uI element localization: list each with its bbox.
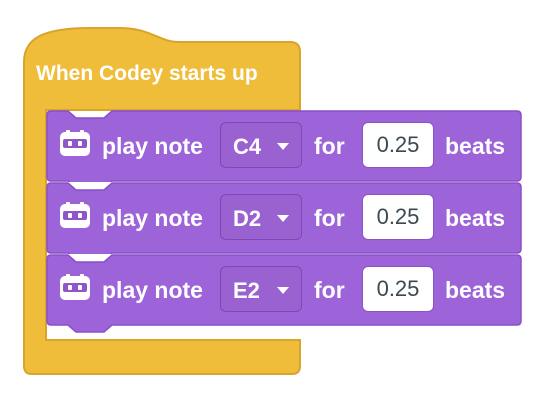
caret-down-icon bbox=[277, 143, 289, 150]
beats-label: beats bbox=[445, 133, 506, 159]
play-note-label: play note bbox=[102, 277, 203, 303]
codey-robot-icon bbox=[60, 202, 90, 228]
caret-down-icon bbox=[277, 287, 289, 294]
play-note-block[interactable]: play note C4 for 0.25 beats bbox=[46, 110, 522, 182]
beats-label: beats bbox=[445, 277, 506, 303]
caret-down-icon bbox=[277, 215, 289, 222]
note-dropdown[interactable]: C4 bbox=[220, 122, 302, 168]
note-value: E2 bbox=[233, 278, 260, 303]
beats-input[interactable]: 0.25 bbox=[362, 194, 434, 240]
hat-block-label: When Codey starts up bbox=[36, 62, 258, 85]
code-canvas: When Codey starts up play note C4 for 0.… bbox=[0, 0, 550, 402]
beats-label: beats bbox=[445, 205, 506, 231]
play-note-block[interactable]: play note D2 for 0.25 beats bbox=[46, 182, 522, 254]
beats-input[interactable]: 0.25 bbox=[362, 122, 434, 168]
play-note-label: play note bbox=[102, 205, 203, 231]
for-label: for bbox=[314, 205, 345, 231]
note-value: D2 bbox=[233, 206, 262, 231]
codey-robot-icon bbox=[60, 130, 90, 156]
codey-robot-icon bbox=[60, 274, 90, 300]
note-value: C4 bbox=[233, 134, 262, 159]
note-dropdown[interactable]: D2 bbox=[220, 194, 302, 240]
for-label: for bbox=[314, 277, 345, 303]
note-dropdown[interactable]: E2 bbox=[220, 266, 302, 312]
play-note-label: play note bbox=[102, 133, 203, 159]
beats-input[interactable]: 0.25 bbox=[362, 266, 434, 312]
for-label: for bbox=[314, 133, 345, 159]
play-note-block[interactable]: play note E2 for 0.25 beats bbox=[46, 254, 522, 333]
